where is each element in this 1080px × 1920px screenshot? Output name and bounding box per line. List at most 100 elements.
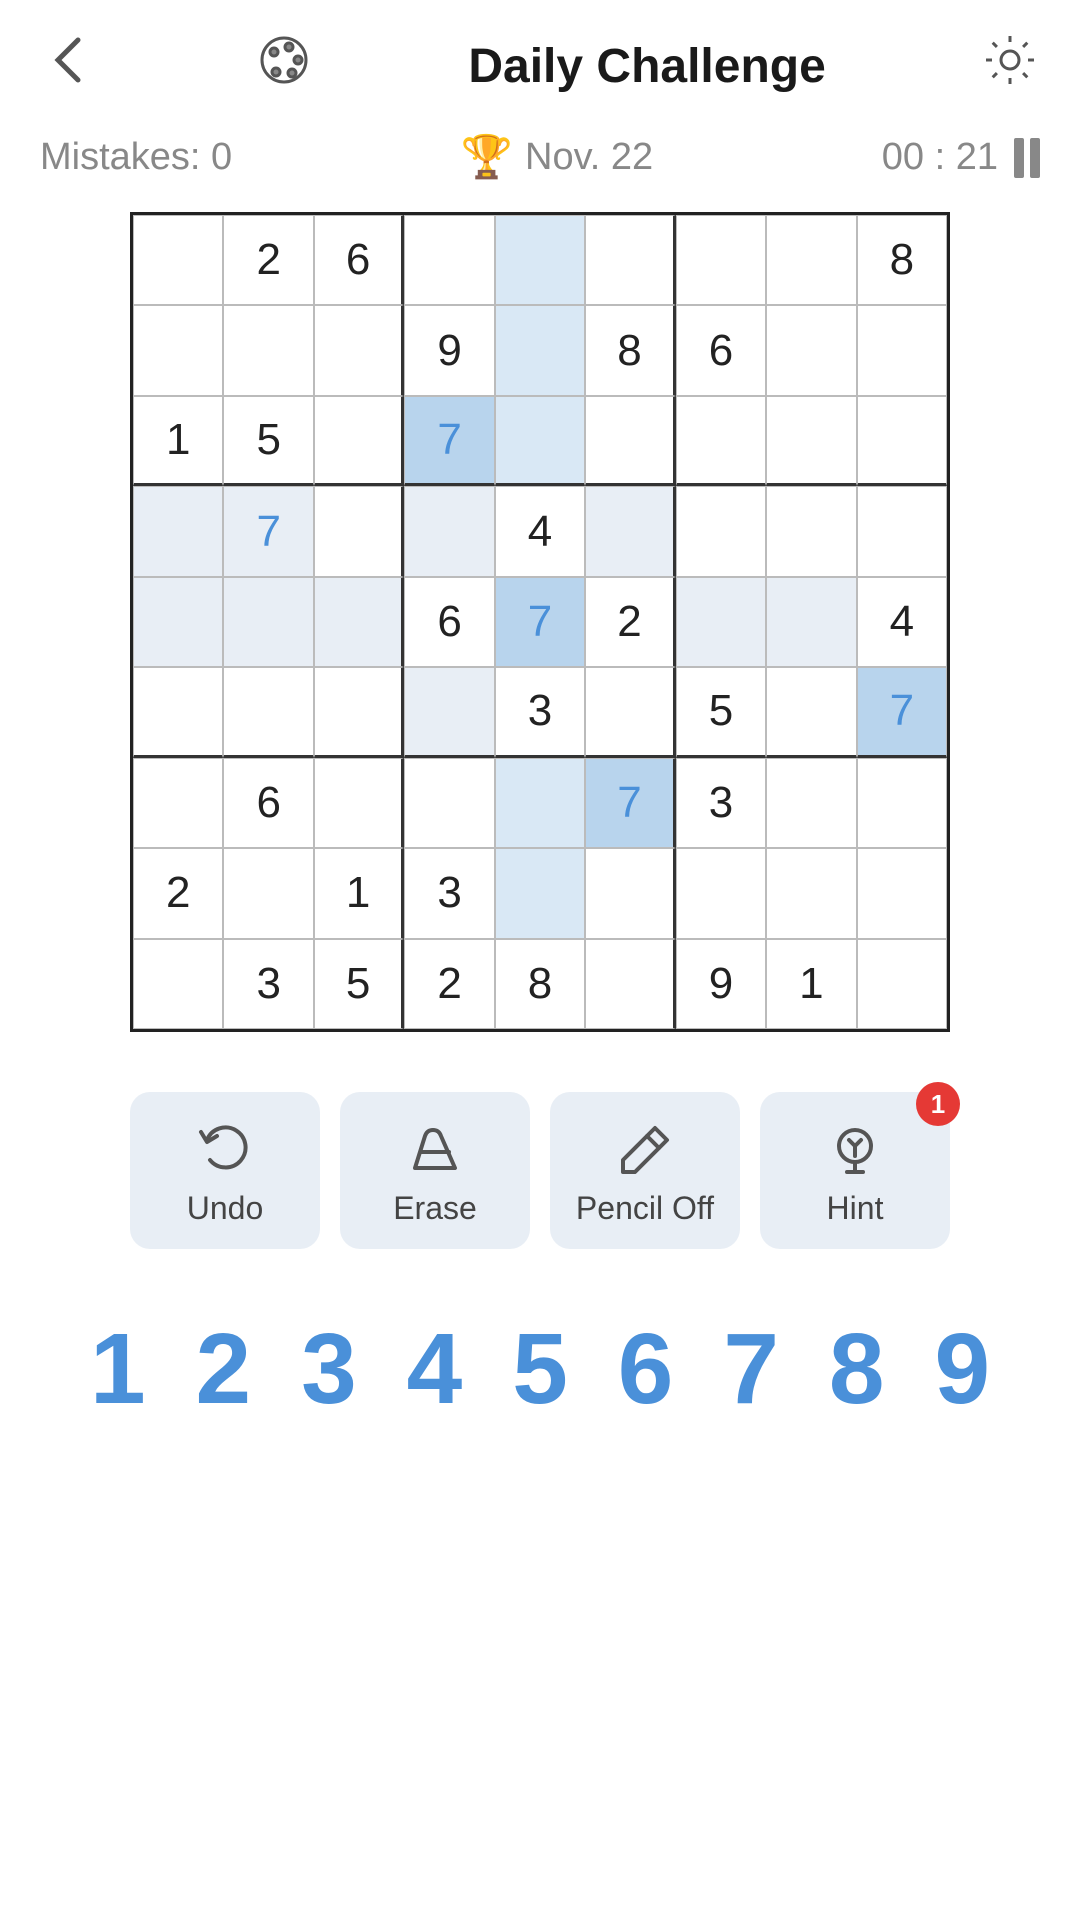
cell-r5-c2[interactable] xyxy=(314,667,404,757)
cell-r2-c2[interactable] xyxy=(314,396,404,486)
cell-r3-c3[interactable] xyxy=(404,486,494,576)
cell-r6-c1[interactable]: 6 xyxy=(223,758,313,848)
pause-button[interactable] xyxy=(1014,138,1040,178)
cell-r1-c2[interactable] xyxy=(314,305,404,395)
cell-r3-c2[interactable] xyxy=(314,486,404,576)
cell-r4-c5[interactable]: 2 xyxy=(585,577,675,667)
cell-r0-c5[interactable] xyxy=(585,215,675,305)
cell-r6-c3[interactable] xyxy=(404,758,494,848)
pencil-label: Pencil Off xyxy=(576,1190,714,1227)
cell-r1-c6[interactable]: 6 xyxy=(676,305,766,395)
cell-r6-c8[interactable] xyxy=(857,758,947,848)
settings-button[interactable] xyxy=(980,30,1040,103)
num-btn-1[interactable]: 1 xyxy=(70,1309,166,1429)
cell-r8-c0[interactable] xyxy=(133,939,223,1029)
cell-r1-c7[interactable] xyxy=(766,305,856,395)
cell-r7-c5[interactable] xyxy=(585,848,675,938)
cell-r0-c6[interactable] xyxy=(676,215,766,305)
cell-r8-c5[interactable] xyxy=(585,939,675,1029)
cell-r4-c3[interactable]: 6 xyxy=(404,577,494,667)
cell-r0-c7[interactable] xyxy=(766,215,856,305)
cell-r4-c7[interactable] xyxy=(766,577,856,667)
cell-r8-c6[interactable]: 9 xyxy=(676,939,766,1029)
cell-r7-c1[interactable] xyxy=(223,848,313,938)
cell-r3-c8[interactable] xyxy=(857,486,947,576)
cell-r0-c4[interactable] xyxy=(495,215,585,305)
num-btn-3[interactable]: 3 xyxy=(281,1309,377,1429)
cell-r8-c7[interactable]: 1 xyxy=(766,939,856,1029)
cell-r5-c4[interactable]: 3 xyxy=(495,667,585,757)
cell-r0-c3[interactable] xyxy=(404,215,494,305)
cell-r5-c6[interactable]: 5 xyxy=(676,667,766,757)
cell-r7-c0[interactable]: 2 xyxy=(133,848,223,938)
cell-r2-c7[interactable] xyxy=(766,396,856,486)
num-btn-6[interactable]: 6 xyxy=(598,1309,694,1429)
cell-r2-c0[interactable]: 1 xyxy=(133,396,223,486)
num-btn-2[interactable]: 2 xyxy=(176,1309,272,1429)
cell-r2-c6[interactable] xyxy=(676,396,766,486)
cell-r1-c5[interactable]: 8 xyxy=(585,305,675,395)
num-btn-9[interactable]: 9 xyxy=(915,1309,1011,1429)
cell-r7-c6[interactable] xyxy=(676,848,766,938)
cell-r0-c0[interactable] xyxy=(133,215,223,305)
cell-r7-c7[interactable] xyxy=(766,848,856,938)
cell-r4-c2[interactable] xyxy=(314,577,404,667)
cell-r3-c7[interactable] xyxy=(766,486,856,576)
cell-r8-c3[interactable]: 2 xyxy=(404,939,494,1029)
cell-r3-c0[interactable] xyxy=(133,486,223,576)
cell-r0-c2[interactable]: 6 xyxy=(314,215,404,305)
cell-r2-c5[interactable] xyxy=(585,396,675,486)
cell-r8-c2[interactable]: 5 xyxy=(314,939,404,1029)
cell-r1-c0[interactable] xyxy=(133,305,223,395)
palette-button[interactable] xyxy=(254,30,314,103)
cell-r7-c4[interactable] xyxy=(495,848,585,938)
num-btn-4[interactable]: 4 xyxy=(387,1309,483,1429)
cell-r5-c3[interactable] xyxy=(404,667,494,757)
cell-r3-c5[interactable] xyxy=(585,486,675,576)
cell-r7-c2[interactable]: 1 xyxy=(314,848,404,938)
cell-r7-c3[interactable]: 3 xyxy=(404,848,494,938)
cell-r2-c4[interactable] xyxy=(495,396,585,486)
cell-r3-c1[interactable]: 7 xyxy=(223,486,313,576)
cell-r6-c7[interactable] xyxy=(766,758,856,848)
cell-r5-c8[interactable]: 7 xyxy=(857,667,947,757)
cell-r1-c3[interactable]: 9 xyxy=(404,305,494,395)
cell-r2-c8[interactable] xyxy=(857,396,947,486)
cell-r6-c5[interactable]: 7 xyxy=(585,758,675,848)
cell-r1-c8[interactable] xyxy=(857,305,947,395)
cell-r8-c8[interactable] xyxy=(857,939,947,1029)
cell-r6-c4[interactable] xyxy=(495,758,585,848)
erase-button[interactable]: Erase xyxy=(340,1092,530,1249)
cell-r2-c1[interactable]: 5 xyxy=(223,396,313,486)
num-btn-7[interactable]: 7 xyxy=(703,1309,799,1429)
cell-r4-c1[interactable] xyxy=(223,577,313,667)
cell-r0-c8[interactable]: 8 xyxy=(857,215,947,305)
cell-r8-c1[interactable]: 3 xyxy=(223,939,313,1029)
hint-label: Hint xyxy=(827,1190,884,1227)
undo-button[interactable]: Undo xyxy=(130,1092,320,1249)
cell-r3-c4[interactable]: 4 xyxy=(495,486,585,576)
cell-r6-c6[interactable]: 3 xyxy=(676,758,766,848)
cell-r5-c1[interactable] xyxy=(223,667,313,757)
cell-r6-c2[interactable] xyxy=(314,758,404,848)
cell-r5-c0[interactable] xyxy=(133,667,223,757)
num-btn-8[interactable]: 8 xyxy=(809,1309,905,1429)
num-btn-5[interactable]: 5 xyxy=(492,1309,588,1429)
cell-r8-c4[interactable]: 8 xyxy=(495,939,585,1029)
cell-r0-c1[interactable]: 2 xyxy=(223,215,313,305)
cell-r2-c3[interactable]: 7 xyxy=(404,396,494,486)
cell-r7-c8[interactable] xyxy=(857,848,947,938)
cell-r5-c5[interactable] xyxy=(585,667,675,757)
cell-r4-c6[interactable] xyxy=(676,577,766,667)
cell-r4-c0[interactable] xyxy=(133,577,223,667)
cell-r1-c1[interactable] xyxy=(223,305,313,395)
cell-r4-c4[interactable]: 7 xyxy=(495,577,585,667)
hint-button[interactable]: 1 Hint xyxy=(760,1092,950,1249)
cell-r4-c8[interactable]: 4 xyxy=(857,577,947,667)
cell-r3-c6[interactable] xyxy=(676,486,766,576)
cell-r6-c0[interactable] xyxy=(133,758,223,848)
pencil-button[interactable]: Pencil Off xyxy=(550,1092,740,1249)
back-button[interactable] xyxy=(40,30,100,103)
cell-r5-c7[interactable] xyxy=(766,667,856,757)
cell-r1-c4[interactable] xyxy=(495,305,585,395)
